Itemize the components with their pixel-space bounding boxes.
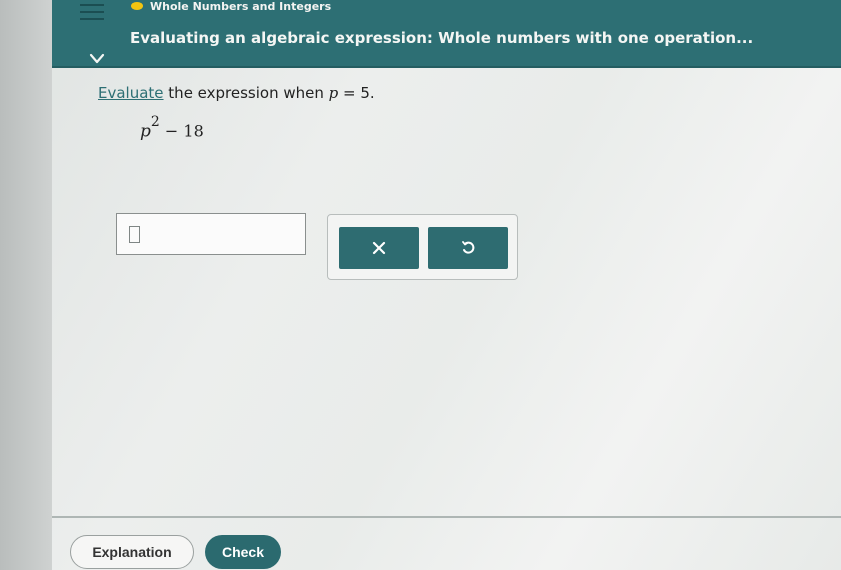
undo-icon [462,241,475,254]
clear-button[interactable] [339,227,419,269]
page-title: Evaluating an algebraic expression: Whol… [130,29,754,47]
action-panel [327,214,518,280]
topic-dot [131,2,143,10]
undo-button[interactable] [428,227,508,269]
question-value: = 5. [338,84,375,102]
expression-rest: − 18 [159,121,204,141]
chevron-down-icon[interactable] [89,53,105,65]
expression-base: p [140,121,151,142]
footer-divider [52,516,841,518]
evaluate-link[interactable]: Evaluate [98,84,164,102]
answer-input[interactable] [116,213,306,255]
input-cursor-box [129,226,140,243]
expression: p2 − 18 [140,114,204,142]
expression-exponent: 2 [150,114,160,130]
topic-label: Whole Numbers and Integers [150,0,332,13]
left-margin [0,0,52,570]
menu-icon[interactable] [80,4,104,22]
check-button[interactable]: Check [205,535,281,569]
explanation-button[interactable]: Explanation [70,535,194,569]
page: Whole Numbers and Integers Evaluating an… [0,0,841,570]
clear-icon [372,241,386,255]
question-variable: p [328,84,339,102]
question-body: the expression when [163,84,329,102]
question-text: Evaluate the expression when p = 5. [98,84,375,102]
